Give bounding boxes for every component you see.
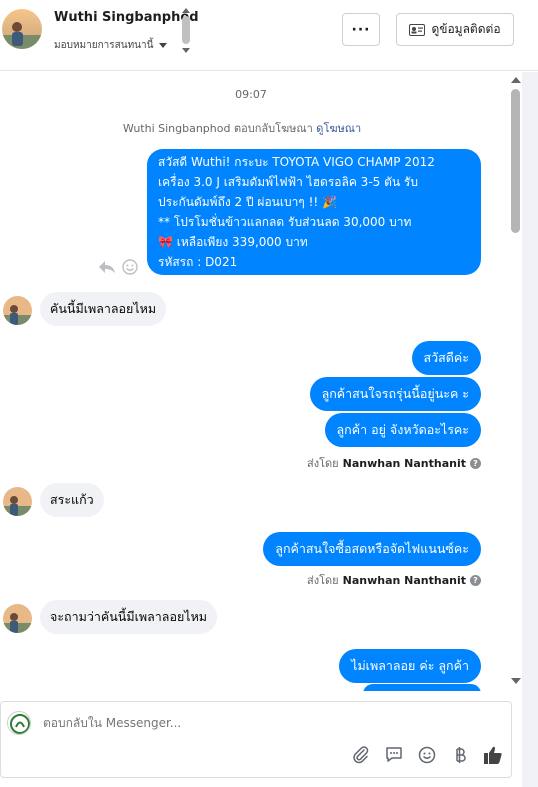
scroll-up-icon[interactable] bbox=[511, 77, 521, 83]
chevron-down-icon bbox=[159, 43, 168, 48]
scroll-thumb[interactable] bbox=[511, 89, 520, 233]
contact-name[interactable]: Wuthi Singbanphod bbox=[54, 10, 199, 25]
sent-by-name[interactable]: Nanwhan Nanthanit bbox=[343, 457, 466, 470]
message-actions bbox=[98, 259, 138, 275]
payment-button[interactable] bbox=[449, 744, 470, 765]
contact-card-icon bbox=[409, 23, 426, 36]
ad-reply-prefix: Wuthi Singbanphod ตอบกลับโฆษณา bbox=[122, 122, 313, 135]
thread-scrollbar[interactable] bbox=[509, 72, 522, 691]
assign-label: มอบหมายการสนทนานี้ bbox=[54, 40, 154, 51]
message-timestamp: 09:07 bbox=[235, 88, 267, 101]
outgoing-message-partial bbox=[363, 684, 481, 691]
sent-by-prefix: ส่งโดย bbox=[307, 457, 339, 470]
assign-conversation-dropdown[interactable]: มอบหมายการสนทนานี้ bbox=[54, 38, 168, 53]
sent-by-label: ส่งโดย Nanwhan Nanthanit ? bbox=[307, 571, 481, 589]
view-ad-link[interactable]: ดูโฆษณา bbox=[316, 122, 361, 135]
ad-message-line: ประกันดัมพ์ถึง 2 ปี ผ่อนเบาๆ !! 🎉 bbox=[158, 195, 337, 209]
reply-icon[interactable] bbox=[98, 260, 116, 274]
sent-by-name[interactable]: Nanwhan Nanthanit bbox=[343, 574, 466, 587]
react-emoji-icon[interactable] bbox=[122, 259, 138, 275]
sender-avatar[interactable] bbox=[3, 487, 32, 516]
outgoing-message: ลูกค้า อยู่ จังหวัดอะไรคะ bbox=[324, 413, 481, 447]
scroll-down-icon[interactable] bbox=[511, 678, 521, 684]
paperclip-icon bbox=[352, 745, 368, 763]
sent-by-label: ส่งโดย Nanwhan Nanthanit ? bbox=[307, 454, 481, 472]
ad-reply-note: Wuthi Singbanphod ตอบกลับโฆษณา ดูโฆษณา bbox=[0, 119, 484, 137]
reply-composer bbox=[0, 701, 512, 778]
help-icon[interactable]: ? bbox=[470, 457, 481, 469]
incoming-message: คันนี้มีเพลาลอยไหม bbox=[40, 292, 167, 326]
scroll-thumb[interactable] bbox=[182, 16, 190, 44]
panel-edge bbox=[522, 72, 538, 787]
sender-avatar[interactable] bbox=[3, 604, 32, 633]
header-mini-scrollbar[interactable] bbox=[181, 8, 191, 54]
ad-message-line: สวัสดี Wuthi! กระบะ TOYOTA VIGO CHAMP 20… bbox=[158, 155, 435, 169]
message-thread: 09:07 Wuthi Singbanphod ตอบกลับโฆษณา ดูโ… bbox=[0, 72, 522, 691]
outgoing-message: ลูกค้าสนใจรถรุ่นนี้อยู่นะค ะ bbox=[309, 377, 481, 411]
view-contact-label: ดูข้อมูลติดต่อ bbox=[431, 22, 501, 36]
ad-message-line: ** โปรโมชั่นข้าวแลกลด รับส่วนลด 30,000 บ… bbox=[158, 215, 412, 229]
thumbs-up-icon bbox=[483, 746, 502, 764]
ad-message-line: รหัสรถ : D021 bbox=[158, 255, 238, 269]
contact-avatar[interactable] bbox=[2, 9, 42, 49]
emoji-button[interactable] bbox=[416, 744, 437, 765]
composer-toolbar bbox=[350, 744, 503, 765]
scroll-down-icon[interactable] bbox=[182, 48, 190, 53]
more-options-button[interactable]: ··· bbox=[342, 13, 380, 46]
ad-message-line: เครื่อง 3.0 J เสริมดัมพ์ไฟฟ้า ไฮดรอลิค 3… bbox=[158, 175, 418, 189]
help-icon[interactable]: ? bbox=[470, 574, 481, 586]
like-button[interactable] bbox=[482, 744, 503, 765]
outgoing-message: ลูกค้าสนใจซื้อสดหรือจัดไฟแนนซ์คะ bbox=[263, 532, 481, 566]
outgoing-message: สวัสดีค่ะ bbox=[411, 341, 481, 375]
sent-by-prefix: ส่งโดย bbox=[307, 574, 339, 587]
ad-message-bubble: สวัสดี Wuthi! กระบะ TOYOTA VIGO CHAMP 20… bbox=[147, 149, 481, 275]
baht-icon bbox=[455, 746, 466, 763]
sender-avatar[interactable] bbox=[3, 296, 32, 325]
outgoing-message: ไม่เพลาลอย ค่ะ ลูกค้า bbox=[339, 649, 481, 683]
scroll-up-icon[interactable] bbox=[182, 8, 190, 13]
incoming-message: สระแก้ว bbox=[40, 483, 104, 517]
chat-bubble-icon bbox=[385, 746, 402, 762]
page-avatar bbox=[7, 711, 31, 735]
ad-message-line: 🎀 เหลือเพียง 339,000 บาท bbox=[158, 235, 308, 249]
attach-button[interactable] bbox=[350, 744, 371, 765]
conversation-header: Wuthi Singbanphod มอบหมายการสนทนานี้ ···… bbox=[0, 0, 538, 71]
reply-input[interactable] bbox=[43, 716, 483, 730]
view-contact-button[interactable]: ดูข้อมูลติดต่อ bbox=[396, 13, 514, 46]
incoming-message: จะถามว่าคันนี้มีเพลาลอยไหม bbox=[40, 600, 218, 634]
saved-replies-button[interactable] bbox=[383, 744, 404, 765]
smiley-icon bbox=[418, 746, 435, 763]
more-label: ··· bbox=[351, 21, 371, 38]
